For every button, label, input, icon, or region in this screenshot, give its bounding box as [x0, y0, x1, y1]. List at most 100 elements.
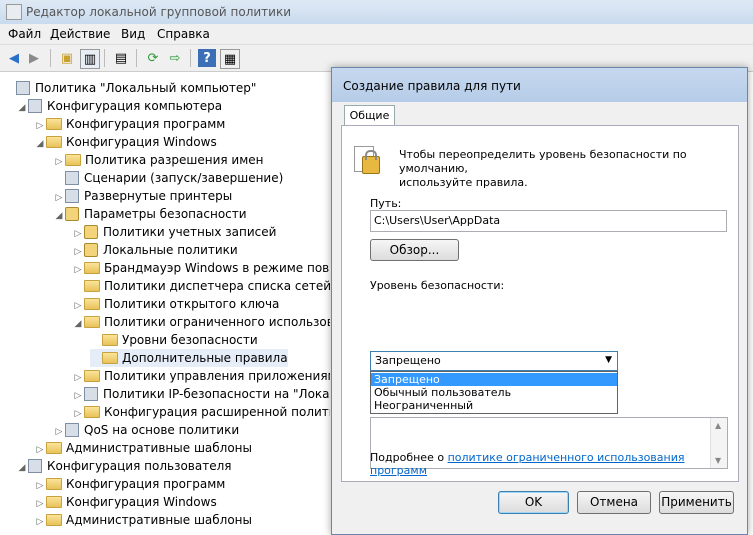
scroll-up-icon[interactable]: ▲ [715, 421, 721, 430]
tree-item[interactable]: ▷ Политика разрешения имен [53, 151, 264, 169]
expanded-arrow-icon[interactable]: ◢ [16, 99, 28, 117]
path-label: Путь: [370, 197, 402, 210]
up-folder-icon[interactable]: ▣ [58, 49, 76, 67]
tree-item[interactable]: ▷ Развернутые принтеры [53, 187, 232, 205]
option-disallowed[interactable]: Запрещено [371, 373, 617, 386]
tree-item[interactable]: Дополнительные правила [90, 349, 288, 367]
tree-item[interactable]: ◢ Конфигурация Windows [34, 133, 217, 151]
tree-item[interactable]: ▷ Локальные политики [72, 241, 238, 259]
more-info-prefix: Подробнее о [370, 451, 448, 464]
general-tab-panel: Чтобы переопределить уровень безопасност… [341, 125, 739, 482]
tree-item-label: Конфигурация компьютера [47, 99, 223, 113]
folder-icon [46, 442, 62, 454]
lock-icon [84, 225, 98, 239]
page-icon [65, 171, 79, 185]
forward-icon[interactable]: ▶ [25, 49, 43, 67]
folder-icon [84, 280, 100, 292]
collapsed-arrow-icon[interactable]: ▷ [34, 513, 46, 531]
tree-item[interactable]: ▷ Конфигурация программ [34, 115, 226, 133]
tree-item-label: Сценарии (запуск/завершение) [84, 171, 284, 185]
policy-icon [16, 81, 30, 95]
tree-item[interactable]: ◢ Политики ограниченного использован [72, 313, 330, 331]
menubar: Файл Действие Вид Справка [0, 24, 753, 45]
tree-item[interactable]: Политики диспетчера списка сетей [72, 277, 330, 295]
tree-item-label: Политики управления приложениями [104, 369, 330, 383]
tree-item[interactable]: ◢ Параметры безопасности [53, 205, 247, 223]
tree-item-label: Конфигурация Windows [66, 135, 217, 149]
tree-item[interactable]: ▷ Конфигурация расширенной политики [72, 403, 330, 421]
menu-file[interactable]: Файл [8, 27, 41, 41]
tree-item[interactable]: ▷ Брандмауэр Windows в режиме повыш [72, 259, 330, 277]
app-icon [6, 4, 22, 20]
tree-item-label: Административные шаблоны [66, 513, 253, 527]
tree-item[interactable]: ▷ Административные шаблоны [34, 439, 252, 457]
menu-view[interactable]: Вид [121, 27, 145, 41]
tree-item[interactable]: ◢ Конфигурация компьютера [16, 97, 222, 115]
new-path-rule-dialog: Создание правила для пути Общие Чтобы пе… [331, 67, 748, 535]
page-icon [65, 189, 79, 203]
tree-item[interactable]: ▷ Конфигурация Windows [34, 493, 217, 511]
folder-icon [102, 334, 118, 346]
tree-item-label: Конфигурация пользователя [47, 459, 232, 473]
dialog-titlebar: Создание правила для пути [332, 68, 747, 102]
tree-item-label: Дополнительные правила [122, 351, 288, 365]
back-icon[interactable]: ◀ [5, 49, 23, 67]
help-icon[interactable]: ? [198, 49, 216, 67]
folder-icon [84, 262, 100, 274]
tree-item-label: Параметры безопасности [84, 207, 247, 221]
expanded-arrow-icon[interactable]: ◢ [72, 315, 84, 333]
tree-item-label: Политика разрешения имен [85, 153, 264, 167]
tree-item[interactable]: Политика "Локальный компьютер" [4, 79, 256, 97]
tab-general[interactable]: Общие [344, 105, 395, 126]
browse-button[interactable]: Обзор... [370, 239, 459, 261]
export-list-icon[interactable]: ⇨ [166, 49, 184, 67]
lock-icon [84, 243, 98, 257]
path-input[interactable]: C:\Users\User\AppData [370, 210, 727, 232]
option-basic-user[interactable]: Обычный пользователь [371, 386, 617, 399]
tree-item[interactable]: Сценарии (запуск/завершение) [53, 169, 283, 187]
show-hide-tree-icon[interactable]: ▥ [80, 49, 100, 69]
tree-item[interactable]: ▷ Политики открытого ключа [72, 295, 280, 313]
tree-item-label: Политики диспетчера списка сетей [104, 279, 330, 293]
expanded-arrow-icon[interactable]: ◢ [16, 459, 28, 477]
properties-icon[interactable]: ▤ [112, 49, 130, 67]
folder-icon [46, 514, 62, 526]
tree-item[interactable]: ▷ Конфигурация программ [34, 475, 226, 493]
tree-item[interactable]: Уровни безопасности [90, 331, 258, 349]
page-icon [84, 387, 98, 401]
tree-item[interactable]: ▷ Политики IP-безопасности на "Локаль [72, 385, 330, 403]
security-level-value: Запрещено [375, 354, 441, 367]
console-view-icon[interactable]: ▦ [220, 49, 240, 69]
window-titlebar: Редактор локальной групповой политики [0, 0, 753, 25]
refresh-icon[interactable]: ⟳ [144, 49, 162, 67]
security-level-select[interactable]: Запрещено ▼ [370, 351, 618, 371]
tree-item[interactable]: ▷ Политики управления приложениями [72, 367, 330, 385]
cancel-button[interactable]: Отмена [577, 491, 651, 514]
tree-item[interactable]: ▷ Административные шаблоны [34, 511, 252, 529]
expanded-arrow-icon[interactable]: ◢ [53, 207, 65, 225]
tree-item-label: Конфигурация программ [66, 117, 226, 131]
tree-item-label: Политики открытого ключа [104, 297, 280, 311]
lock-icon [354, 146, 380, 176]
tree-item[interactable]: ◢ Конфигурация пользователя [16, 457, 231, 475]
lock-icon [65, 207, 79, 221]
folder-icon [46, 478, 62, 490]
tree-item-label: QoS на основе политики [84, 423, 240, 437]
expanded-arrow-icon[interactable]: ◢ [34, 135, 46, 153]
apply-button[interactable]: Применить [659, 491, 734, 514]
tree-item[interactable]: ▷ Политики учетных записей [72, 223, 276, 241]
menu-help[interactable]: Справка [157, 27, 210, 41]
option-unrestricted[interactable]: Неограниченный [371, 399, 617, 412]
menu-action[interactable]: Действие [50, 27, 110, 41]
tree-item[interactable]: ▷ QoS на основе политики [53, 421, 239, 439]
toolbar-separator [50, 49, 51, 67]
dropdown-arrow-icon[interactable]: ▼ [605, 355, 612, 365]
ok-button[interactable]: OK [498, 491, 569, 514]
dialog-title: Создание правила для пути [343, 79, 521, 93]
tree-item-label: Политика "Локальный компьютер" [35, 81, 257, 95]
tree-item-label: Политики учетных записей [103, 225, 277, 239]
folder-icon [84, 298, 100, 310]
folder-icon [46, 118, 62, 130]
tree-item-label: Развернутые принтеры [84, 189, 233, 203]
folder-icon [102, 352, 118, 364]
